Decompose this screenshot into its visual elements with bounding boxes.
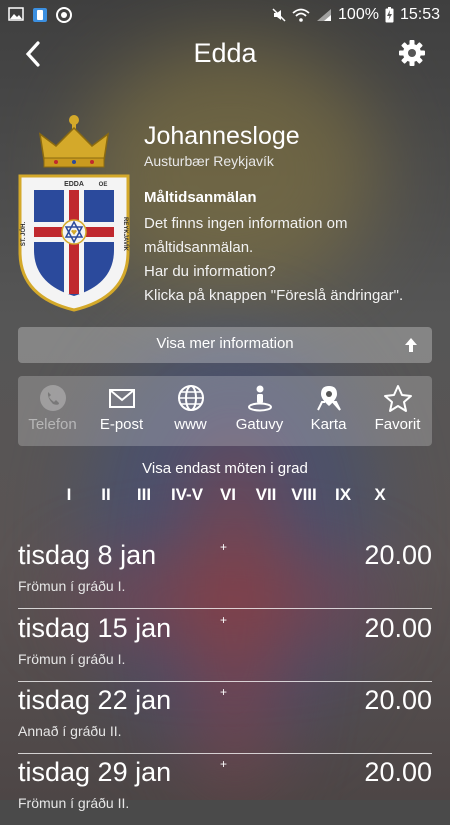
meeting-time: 20.00 xyxy=(364,613,432,643)
meeting-row[interactable]: tisdag 22 jan + 20.00 Annað í gráðu II. xyxy=(18,685,432,754)
phone-icon xyxy=(39,385,66,411)
grade-filter: I II III IV-V VI VII VIII IX X xyxy=(54,485,404,507)
meal-registration-title: Måltidsanmälan xyxy=(144,189,257,206)
meeting-date: tisdag 29 jan xyxy=(18,757,172,787)
street-view-label: Gatuvy xyxy=(235,416,284,433)
gear-icon[interactable] xyxy=(398,39,426,67)
email-button[interactable]: E-post xyxy=(87,376,156,446)
favorite-button[interactable]: Favorit xyxy=(363,376,432,446)
clock: 15:53 xyxy=(399,6,440,23)
meeting-time: 20.00 xyxy=(364,757,432,787)
app-bar: Edda xyxy=(0,32,450,76)
www-label: www xyxy=(174,416,207,433)
battery-charging-icon xyxy=(385,7,394,23)
street-view-icon xyxy=(247,385,272,412)
grade-filter-X[interactable]: X xyxy=(374,485,385,505)
more-info-button[interactable]: Visa mer information xyxy=(18,327,432,363)
meeting-description: Frömun í gráðu II. xyxy=(18,795,130,811)
image-notification-icon xyxy=(8,7,24,21)
grade-filter-label: Visa endast möten i grad xyxy=(142,460,308,477)
svg-text:ST. JÓH.: ST. JÓH. xyxy=(19,221,27,246)
lodge-crest-logo: EDDA OE REYKJAVÍK ST. JÓH. xyxy=(18,115,130,312)
star-icon xyxy=(383,385,412,412)
more-info-label: Visa mer information xyxy=(156,335,294,352)
lodge-subtitle: Austurbær Reykjavík xyxy=(144,153,274,169)
meeting-row[interactable]: tisdag 8 jan + 20.00 Frömun í gráðu I. xyxy=(18,540,432,609)
crown-icon xyxy=(38,115,110,168)
grade-filter-VIII[interactable]: VIII xyxy=(291,485,317,505)
svg-text:OE: OE xyxy=(99,182,108,188)
meal-registration-text: Det finns ingen information om måltidsan… xyxy=(144,215,404,304)
meeting-marker: + xyxy=(220,540,228,554)
www-button[interactable]: www xyxy=(156,376,225,446)
svg-text:EDDA: EDDA xyxy=(64,181,84,188)
page-title: Edda xyxy=(193,38,257,68)
grade-filter-IV-V[interactable]: IV-V xyxy=(171,485,203,505)
status-bar: 100% 15:53 xyxy=(0,0,450,32)
grade-filter-II[interactable]: II xyxy=(101,485,110,505)
meeting-description: Frömun í gráðu I. xyxy=(18,651,126,667)
map-button[interactable]: Karta xyxy=(294,376,363,446)
meeting-description: Frömun í gráðu I. xyxy=(18,578,126,594)
globe-icon xyxy=(177,385,204,411)
arrow-up-icon xyxy=(405,338,417,352)
favorite-label: Favorit xyxy=(374,416,421,433)
street-view-button[interactable]: Gatuvy xyxy=(225,376,294,446)
meeting-row[interactable]: tisdag 29 jan + 20.00 Frömun í gráðu II. xyxy=(18,757,432,825)
grade-filter-I[interactable]: I xyxy=(67,485,72,505)
meeting-marker: + xyxy=(220,613,228,627)
grade-filter-VII[interactable]: VII xyxy=(256,485,277,505)
meeting-row[interactable]: tisdag 15 jan + 20.00 Frömun í gráðu I. xyxy=(18,613,432,682)
meeting-date: tisdag 22 jan xyxy=(18,685,172,715)
app-notification-icon xyxy=(33,8,47,22)
meeting-time: 20.00 xyxy=(364,685,432,715)
meeting-date: tisdag 15 jan xyxy=(18,613,172,643)
signal-icon xyxy=(317,9,332,21)
action-bar: Telefon E-post www Gatuvy Karta Favorit xyxy=(18,376,432,446)
battery-percentage: 100% xyxy=(338,6,379,23)
meeting-marker: + xyxy=(220,685,228,699)
lodge-name: Johannesloge xyxy=(144,122,300,150)
map-label: Karta xyxy=(310,416,347,433)
sync-notification-icon xyxy=(56,7,72,23)
mute-icon xyxy=(272,8,286,22)
envelope-icon xyxy=(108,389,135,408)
grade-filter-IX[interactable]: IX xyxy=(335,485,351,505)
grade-filter-III[interactable]: III xyxy=(137,485,151,505)
meeting-date: tisdag 8 jan xyxy=(18,540,157,570)
meeting-description: Annað í gráðu II. xyxy=(18,723,122,739)
email-label: E-post xyxy=(99,416,144,433)
map-pin-icon xyxy=(316,386,341,411)
wifi-icon xyxy=(292,8,310,22)
meeting-time: 20.00 xyxy=(364,540,432,570)
phone-button[interactable]: Telefon xyxy=(18,376,87,446)
svg-text:REYKJAVÍK: REYKJAVÍK xyxy=(122,217,130,252)
grade-filter-VI[interactable]: VI xyxy=(220,485,236,505)
meeting-marker: + xyxy=(220,757,228,771)
phone-label: Telefon xyxy=(28,416,77,433)
